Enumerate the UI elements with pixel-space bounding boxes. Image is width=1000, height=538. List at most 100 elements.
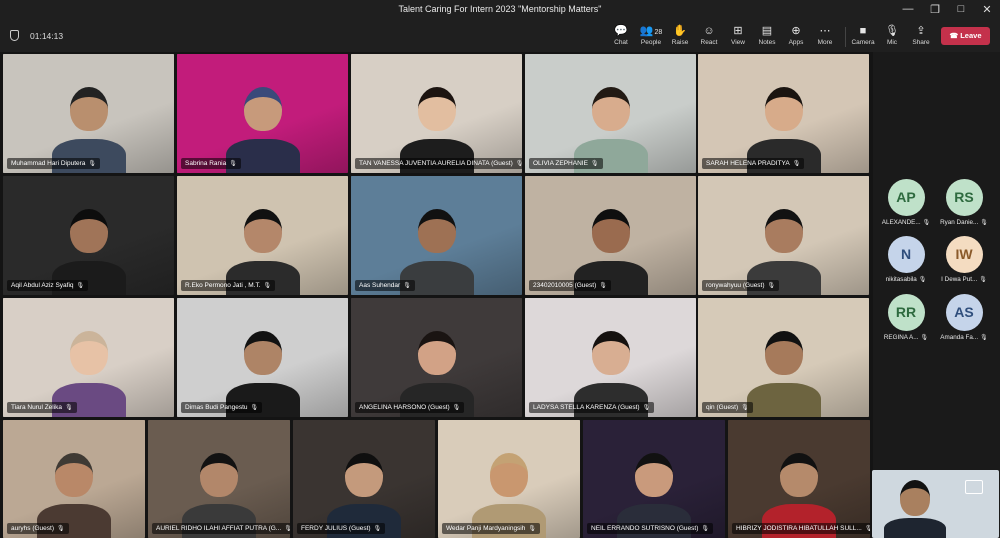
participant-video-tile[interactable]: SARAH HELENA PRADITYA 🎙	[698, 54, 869, 173]
people-count: 28	[654, 29, 663, 36]
mic-icon: 🎙	[284, 526, 290, 532]
participant-video-tile[interactable]: TAN VANESSA JUVENTIA AURELIA DINATA (Gue…	[351, 54, 522, 173]
share-label: Share	[912, 39, 930, 46]
mic-icon: 🎙	[980, 335, 988, 341]
participant-video-tile[interactable]: Aas Suhendar 🎙	[351, 176, 522, 295]
video-grid: Muhammad Hari Diputera 🎙 Sabrina Rania 🎙 TAN…	[0, 52, 873, 538]
self-view-head	[900, 480, 930, 516]
participant-avatar-item[interactable]: RS Ryan Danie... 🎙	[934, 179, 994, 226]
participant-face	[345, 453, 383, 498]
avatar-name: REGINA A...	[883, 334, 919, 341]
participant-video-tile[interactable]: NEIL ERRANDO SUTRISNO (Guest) 🎙	[583, 420, 725, 538]
participant-face	[764, 209, 803, 254]
participant-face	[591, 209, 630, 254]
participant-face	[764, 331, 803, 376]
participant-face	[69, 209, 108, 254]
participant-face	[243, 209, 282, 254]
participant-avatar-item[interactable]: AS Amanda Fa... 🎙	[934, 294, 994, 341]
participant-nameplate: SARAH HELENA PRADITYA 🎙	[702, 158, 805, 169]
participant-nameplate: qin (Guest) 🎙	[702, 402, 753, 413]
restore-button[interactable]: ❐	[922, 3, 948, 16]
participant-avatar-item[interactable]: AP ALEXANDE... 🎙	[876, 179, 936, 226]
participant-face	[243, 87, 282, 132]
more-button[interactable]: ⋯ More	[808, 24, 842, 50]
close-button[interactable]: ✕	[974, 3, 1000, 16]
participant-video-tile[interactable]: ronywahyuu (Guest) 🎙	[698, 176, 869, 295]
share-screen-icon: ⇪	[916, 25, 926, 37]
participant-nameplate: NEIL ERRANDO SUTRISNO (Guest) 🎙	[587, 523, 714, 534]
avatar-initials: RS	[945, 179, 983, 216]
phone-hangup-icon: ☎	[949, 33, 959, 40]
self-view-video[interactable]	[872, 470, 999, 538]
participant-video-tile[interactable]: LADYSA STELLA KARENZA (Guest) 🎙	[525, 298, 696, 417]
participant-video-tile[interactable]: Aqil Abdul Aziz Syafiq 🎙	[3, 176, 174, 295]
participant-video-tile[interactable]: R.Eko Permono Jati , M.T. 🎙	[177, 176, 348, 295]
participant-avatar-item[interactable]: Nnikitasabila 🎙	[876, 236, 936, 283]
mic-icon: 🎙	[920, 335, 929, 341]
participant-face	[780, 453, 818, 498]
participant-video-tile[interactable]: Sabrina Rania 🎙	[177, 54, 348, 173]
participant-nameplate: AURIEL RIDHO ILAHI AFFIAT PUTRA (G... 🎙	[152, 523, 290, 534]
participant-body	[746, 383, 821, 417]
avatar-initials: AP	[887, 179, 925, 216]
participant-video-tile[interactable]: HIBRIZY JODISTIRA HIBATULLAH SULL... 🎙	[728, 420, 870, 538]
participant-video-tile[interactable]: Wedar Panji Mardyaningsih 🎙	[438, 420, 580, 538]
mic-icon: 🎙	[65, 405, 73, 411]
participant-video-tile[interactable]: 23402010005 (Guest) 🎙	[525, 176, 696, 295]
leave-button[interactable]: ☎ Leave	[941, 27, 990, 45]
participant-avatar-item[interactable]: RR REGINA A... 🎙	[876, 294, 936, 341]
participant-face	[69, 331, 108, 376]
participant-video-tile[interactable]: Muhammad Hari Diputera 🎙	[3, 54, 174, 173]
more-label: More	[817, 39, 833, 46]
participant-video-tile[interactable]: OLIVIA ZEPHANIE 🎙	[525, 54, 696, 173]
participant-name: Muhammad Hari Diputera	[11, 160, 86, 167]
participant-video-tile[interactable]: FERDY JULIUS (Guest) 🎙	[293, 420, 435, 538]
mic-icon: 🎙	[980, 220, 988, 226]
participant-video-tile[interactable]: AURIEL RIDHO ILAHI AFFIAT PUTRA (G... 🎙	[148, 420, 290, 538]
participant-face	[591, 87, 630, 132]
avatar-name-row: REGINA A... 🎙	[876, 334, 936, 341]
participant-face	[417, 331, 456, 376]
shield-icon	[10, 30, 19, 41]
participant-nameplate: LADYSA STELLA KARENZA (Guest) 🎙	[529, 402, 655, 413]
minimize-button[interactable]: —	[895, 3, 921, 15]
mic-icon: 🎙	[263, 283, 272, 289]
meeting-toolbar: 01:14:13 💬 Chat 👥28 People ✋ Raise ☺ Rea…	[0, 21, 1000, 52]
participant-video-tile[interactable]: auryhs (Guest) 🎙	[3, 420, 145, 538]
participant-video-tile[interactable]: Dimas Budi Pangestu 🎙	[177, 298, 348, 417]
participant-video-tile[interactable]: qin (Guest) 🎙	[698, 298, 869, 417]
avatar-name: nikitasabila	[885, 276, 917, 283]
participant-name: AURIEL RIDHO ILAHI AFFIAT PUTRA (G...	[156, 525, 282, 532]
participant-name: NEIL ERRANDO SUTRISNO (Guest)	[591, 525, 699, 532]
participant-face	[417, 87, 456, 132]
avatar-name: I Dewa Put...	[941, 276, 978, 283]
more-dots-icon: ⋯	[819, 25, 831, 37]
self-view-body	[884, 518, 946, 538]
participant-video-tile[interactable]: ANGELINA HARSONO (Guest) 🎙	[351, 298, 522, 417]
meeting-timer: 01:14:13	[30, 31, 64, 41]
mic-icon: 🎙	[528, 526, 536, 532]
mic-icon: 🎙	[373, 526, 382, 532]
mic-icon: 🎙	[229, 161, 237, 167]
participant-avatar-item[interactable]: IW I Dewa Put... 🎙	[934, 236, 994, 283]
mic-icon: 🎙	[452, 405, 461, 411]
chat-button[interactable]: 💬 Chat	[604, 24, 638, 50]
avatar-initials: N	[887, 236, 925, 273]
mic-icon: 🎙	[918, 277, 927, 283]
avatar-name: ALEXANDE...	[881, 219, 921, 226]
participant-name: Aqil Abdul Aziz Syafiq	[11, 282, 74, 289]
participant-nameplate: TAN VANESSA JUVENTIA AURELIA DINATA (Gue…	[355, 158, 522, 169]
participant-name: qin (Guest)	[706, 404, 739, 411]
maximize-button[interactable]: □	[948, 3, 974, 15]
share-button[interactable]: ⇪ Share	[904, 24, 938, 50]
participant-video-tile[interactable]: Tiara Nurul Zelika 🎙	[3, 298, 174, 417]
avatar-name-row: ALEXANDE... 🎙	[876, 219, 936, 226]
mic-icon: 🎙	[590, 161, 599, 167]
participant-nameplate: ANGELINA HARSONO (Guest) 🎙	[355, 402, 465, 413]
mic-icon: 🎙	[741, 405, 749, 411]
mic-icon: 🎙	[76, 283, 85, 289]
mic-icon: 🎙	[701, 526, 710, 532]
participant-nameplate: Aas Suhendar 🎙	[355, 280, 415, 291]
participant-nameplate: auryhs (Guest) 🎙	[7, 523, 69, 534]
participant-name: OLIVIA ZEPHANIE	[533, 160, 588, 167]
